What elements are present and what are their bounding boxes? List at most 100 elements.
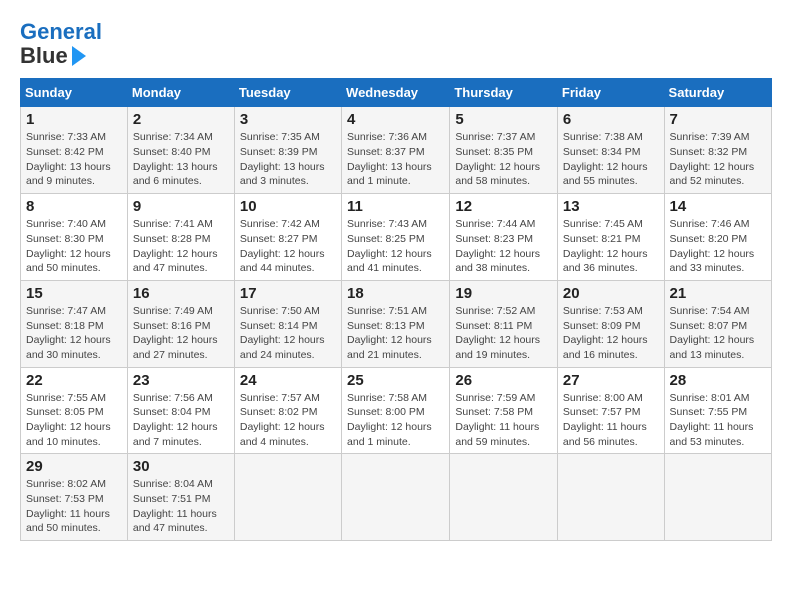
column-header-sunday: Sunday	[21, 79, 128, 107]
day-number: 10	[240, 198, 336, 215]
calendar-cell: 19 Sunrise: 7:52 AM Sunset: 8:11 PM Dayli…	[450, 280, 558, 367]
day-detail: Sunrise: 7:58 AM Sunset: 8:00 PM Dayligh…	[347, 391, 444, 450]
day-number: 25	[347, 372, 444, 389]
calendar-cell: 24 Sunrise: 7:57 AM Sunset: 8:02 PM Dayli…	[234, 367, 341, 454]
day-detail: Sunrise: 7:47 AM Sunset: 8:18 PM Dayligh…	[26, 304, 122, 363]
calendar-cell: 17 Sunrise: 7:50 AM Sunset: 8:14 PM Dayli…	[234, 280, 341, 367]
day-detail: Sunrise: 7:49 AM Sunset: 8:16 PM Dayligh…	[133, 304, 229, 363]
calendar-cell: 10 Sunrise: 7:42 AM Sunset: 8:27 PM Dayli…	[234, 194, 341, 281]
day-number: 15	[26, 285, 122, 302]
day-detail: Sunrise: 7:43 AM Sunset: 8:25 PM Dayligh…	[347, 217, 444, 276]
calendar-cell: 16 Sunrise: 7:49 AM Sunset: 8:16 PM Dayli…	[127, 280, 234, 367]
day-number: 28	[670, 372, 766, 389]
day-number: 16	[133, 285, 229, 302]
day-number: 21	[670, 285, 766, 302]
calendar-cell: 23 Sunrise: 7:56 AM Sunset: 8:04 PM Dayli…	[127, 367, 234, 454]
calendar-cell: 2 Sunrise: 7:34 AM Sunset: 8:40 PM Daylig…	[127, 107, 234, 194]
day-number: 20	[563, 285, 659, 302]
day-detail: Sunrise: 7:36 AM Sunset: 8:37 PM Dayligh…	[347, 130, 444, 189]
calendar-cell: 29 Sunrise: 8:02 AM Sunset: 7:53 PM Dayli…	[21, 454, 128, 541]
calendar-cell: 13 Sunrise: 7:45 AM Sunset: 8:21 PM Dayli…	[557, 194, 664, 281]
column-header-saturday: Saturday	[664, 79, 771, 107]
day-number: 6	[563, 111, 659, 128]
day-detail: Sunrise: 7:42 AM Sunset: 8:27 PM Dayligh…	[240, 217, 336, 276]
column-header-friday: Friday	[557, 79, 664, 107]
column-header-thursday: Thursday	[450, 79, 558, 107]
day-number: 24	[240, 372, 336, 389]
calendar-cell: 11 Sunrise: 7:43 AM Sunset: 8:25 PM Dayli…	[342, 194, 450, 281]
calendar-cell: 4 Sunrise: 7:36 AM Sunset: 8:37 PM Daylig…	[342, 107, 450, 194]
logo: General Blue	[20, 20, 102, 68]
calendar-cell	[450, 454, 558, 541]
day-detail: Sunrise: 7:44 AM Sunset: 8:23 PM Dayligh…	[455, 217, 552, 276]
calendar-week-row: 22 Sunrise: 7:55 AM Sunset: 8:05 PM Dayli…	[21, 367, 772, 454]
day-detail: Sunrise: 7:34 AM Sunset: 8:40 PM Dayligh…	[133, 130, 229, 189]
column-header-monday: Monday	[127, 79, 234, 107]
day-detail: Sunrise: 7:55 AM Sunset: 8:05 PM Dayligh…	[26, 391, 122, 450]
column-header-tuesday: Tuesday	[234, 79, 341, 107]
day-detail: Sunrise: 8:02 AM Sunset: 7:53 PM Dayligh…	[26, 477, 122, 536]
day-detail: Sunrise: 7:33 AM Sunset: 8:42 PM Dayligh…	[26, 130, 122, 189]
day-detail: Sunrise: 7:46 AM Sunset: 8:20 PM Dayligh…	[670, 217, 766, 276]
day-number: 27	[563, 372, 659, 389]
calendar-header-row: SundayMondayTuesdayWednesdayThursdayFrid…	[21, 79, 772, 107]
day-number: 22	[26, 372, 122, 389]
day-number: 13	[563, 198, 659, 215]
day-detail: Sunrise: 7:59 AM Sunset: 7:58 PM Dayligh…	[455, 391, 552, 450]
calendar-cell: 21 Sunrise: 7:54 AM Sunset: 8:07 PM Dayli…	[664, 280, 771, 367]
logo-text: General	[20, 20, 102, 44]
calendar-cell: 9Sunrise: 7:41 AM Sunset: 8:28 PM Daylig…	[127, 194, 234, 281]
column-header-wednesday: Wednesday	[342, 79, 450, 107]
calendar-cell: 20 Sunrise: 7:53 AM Sunset: 8:09 PM Dayli…	[557, 280, 664, 367]
calendar-cell	[234, 454, 341, 541]
day-detail: Sunrise: 7:52 AM Sunset: 8:11 PM Dayligh…	[455, 304, 552, 363]
day-detail: Sunrise: 7:45 AM Sunset: 8:21 PM Dayligh…	[563, 217, 659, 276]
day-number: 7	[670, 111, 766, 128]
day-number: 30	[133, 458, 229, 475]
logo-arrow-icon	[72, 46, 86, 66]
day-detail: Sunrise: 7:35 AM Sunset: 8:39 PM Dayligh…	[240, 130, 336, 189]
day-number: 14	[670, 198, 766, 215]
day-detail: Sunrise: 7:57 AM Sunset: 8:02 PM Dayligh…	[240, 391, 336, 450]
day-detail: Sunrise: 7:53 AM Sunset: 8:09 PM Dayligh…	[563, 304, 659, 363]
calendar-cell: 26 Sunrise: 7:59 AM Sunset: 7:58 PM Dayli…	[450, 367, 558, 454]
day-detail: Sunrise: 7:39 AM Sunset: 8:32 PM Dayligh…	[670, 130, 766, 189]
calendar-week-row: 1Sunrise: 7:33 AM Sunset: 8:42 PM Daylig…	[21, 107, 772, 194]
calendar-cell	[342, 454, 450, 541]
day-number: 12	[455, 198, 552, 215]
calendar-cell: 12 Sunrise: 7:44 AM Sunset: 8:23 PM Dayli…	[450, 194, 558, 281]
day-number: 17	[240, 285, 336, 302]
day-number: 9	[133, 198, 229, 215]
calendar-cell: 22 Sunrise: 7:55 AM Sunset: 8:05 PM Dayli…	[21, 367, 128, 454]
calendar-cell: 8Sunrise: 7:40 AM Sunset: 8:30 PM Daylig…	[21, 194, 128, 281]
day-number: 26	[455, 372, 552, 389]
day-number: 19	[455, 285, 552, 302]
day-number: 5	[455, 111, 552, 128]
calendar-cell: 27 Sunrise: 8:00 AM Sunset: 7:57 PM Dayli…	[557, 367, 664, 454]
day-detail: Sunrise: 7:40 AM Sunset: 8:30 PM Dayligh…	[26, 217, 122, 276]
day-number: 4	[347, 111, 444, 128]
calendar-cell: 7 Sunrise: 7:39 AM Sunset: 8:32 PM Daylig…	[664, 107, 771, 194]
day-detail: Sunrise: 7:38 AM Sunset: 8:34 PM Dayligh…	[563, 130, 659, 189]
day-detail: Sunrise: 7:50 AM Sunset: 8:14 PM Dayligh…	[240, 304, 336, 363]
day-detail: Sunrise: 8:00 AM Sunset: 7:57 PM Dayligh…	[563, 391, 659, 450]
calendar-week-row: 15 Sunrise: 7:47 AM Sunset: 8:18 PM Dayli…	[21, 280, 772, 367]
calendar-week-row: 29 Sunrise: 8:02 AM Sunset: 7:53 PM Dayli…	[21, 454, 772, 541]
day-number: 18	[347, 285, 444, 302]
day-number: 3	[240, 111, 336, 128]
day-detail: Sunrise: 7:56 AM Sunset: 8:04 PM Dayligh…	[133, 391, 229, 450]
day-number: 23	[133, 372, 229, 389]
calendar-cell: 25 Sunrise: 7:58 AM Sunset: 8:00 PM Dayli…	[342, 367, 450, 454]
calendar-cell: 28 Sunrise: 8:01 AM Sunset: 7:55 PM Dayli…	[664, 367, 771, 454]
day-detail: Sunrise: 8:04 AM Sunset: 7:51 PM Dayligh…	[133, 477, 229, 536]
day-detail: Sunrise: 7:54 AM Sunset: 8:07 PM Dayligh…	[670, 304, 766, 363]
calendar-cell: 30 Sunrise: 8:04 AM Sunset: 7:51 PM Dayli…	[127, 454, 234, 541]
calendar-cell: 15 Sunrise: 7:47 AM Sunset: 8:18 PM Dayli…	[21, 280, 128, 367]
day-detail: Sunrise: 7:51 AM Sunset: 8:13 PM Dayligh…	[347, 304, 444, 363]
day-number: 11	[347, 198, 444, 215]
day-number: 29	[26, 458, 122, 475]
day-number: 2	[133, 111, 229, 128]
day-detail: Sunrise: 8:01 AM Sunset: 7:55 PM Dayligh…	[670, 391, 766, 450]
calendar-cell	[664, 454, 771, 541]
calendar-cell: 14 Sunrise: 7:46 AM Sunset: 8:20 PM Dayli…	[664, 194, 771, 281]
